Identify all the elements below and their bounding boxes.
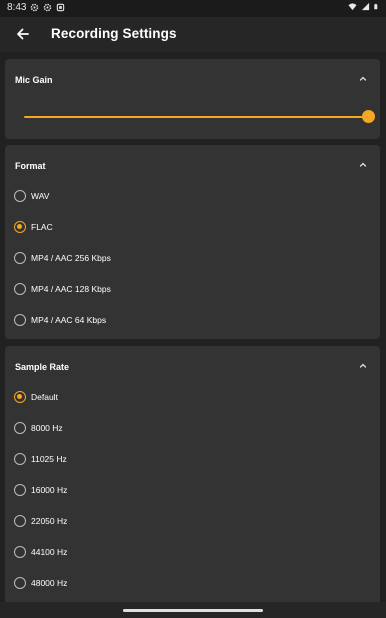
format-title: Format (15, 161, 46, 171)
sample-rate-card: Sample Rate Default 8000 Hz 11025 Hz 160… (5, 346, 380, 608)
radio-button[interactable] (14, 422, 26, 434)
radio-label: MP4 / AAC 256 Kbps (31, 253, 111, 263)
radio-label: 8000 Hz (31, 423, 63, 433)
chevron-up-icon (359, 363, 367, 368)
chevron-up-icon (359, 76, 367, 81)
radio-button[interactable] (14, 484, 26, 496)
sample-rate-option-11025[interactable]: 11025 Hz (5, 446, 380, 472)
radio-label: FLAC (31, 222, 53, 232)
mic-gain-header[interactable]: Mic Gain (5, 59, 380, 99)
page-title: Recording Settings (51, 26, 177, 41)
format-option-wav[interactable]: WAV (5, 183, 380, 209)
recording-settings-screen: 8:43 Recording Settings Mic Gain Format … (0, 0, 386, 618)
slider-track (24, 116, 368, 118)
arrow-back-icon (17, 28, 29, 40)
sample-rate-option-default[interactable]: Default (5, 384, 380, 410)
mic-gain-title: Mic Gain (15, 75, 53, 85)
status-left: 8:43 (7, 2, 65, 13)
radio-label: 48000 Hz (31, 578, 68, 588)
status-time: 8:43 (7, 2, 27, 13)
sample-rate-option-48000[interactable]: 48000 Hz (5, 570, 380, 596)
mic-gain-slider[interactable] (24, 108, 375, 126)
radio-button[interactable] (14, 283, 26, 295)
settings-icon (44, 3, 52, 12)
slider-thumb[interactable] (362, 110, 375, 123)
format-option-aac-128[interactable]: MP4 / AAC 128 Kbps (5, 276, 380, 302)
radio-label: WAV (31, 191, 50, 201)
radio-button[interactable] (14, 190, 26, 202)
radio-label: 44100 Hz (31, 547, 68, 557)
radio-label: 16000 Hz (31, 485, 68, 495)
radio-label: 22050 Hz (31, 516, 68, 526)
radio-label: MP4 / AAC 128 Kbps (31, 284, 111, 294)
status-bar: 8:43 (0, 0, 386, 17)
back-button[interactable] (11, 23, 35, 45)
radio-button[interactable] (14, 577, 26, 589)
notification-icon (57, 3, 65, 12)
sample-rate-title: Sample Rate (15, 362, 70, 372)
battery-icon (374, 3, 378, 10)
navigation-bar (0, 602, 386, 618)
radio-button[interactable] (14, 252, 26, 264)
radio-button[interactable] (14, 546, 26, 558)
format-option-flac[interactable]: FLAC (5, 214, 380, 240)
radio-button[interactable] (14, 314, 26, 326)
radio-button[interactable] (14, 221, 26, 233)
format-header[interactable]: Format (5, 145, 380, 185)
format-option-aac-64[interactable]: MP4 / AAC 64 Kbps (5, 307, 380, 333)
settings-icon (31, 3, 39, 12)
status-right (348, 2, 380, 11)
radio-button[interactable] (14, 515, 26, 527)
sample-rate-option-8000[interactable]: 8000 Hz (5, 415, 380, 441)
radio-label: Default (31, 392, 58, 402)
mic-gain-card: Mic Gain (5, 59, 380, 139)
sample-rate-option-22050[interactable]: 22050 Hz (5, 508, 380, 534)
radio-button[interactable] (14, 453, 26, 465)
radio-button[interactable] (14, 391, 26, 403)
radio-label: MP4 / AAC 64 Kbps (31, 315, 107, 325)
format-card: Format WAV FLAC MP4 / AAC 256 Kbps MP4 /… (5, 145, 380, 339)
sample-rate-header[interactable]: Sample Rate (5, 346, 380, 386)
radio-label: 11025 Hz (31, 454, 67, 464)
sample-rate-option-44100[interactable]: 44100 Hz (5, 539, 380, 565)
app-bar: Recording Settings (0, 17, 386, 52)
format-option-aac-256[interactable]: MP4 / AAC 256 Kbps (5, 245, 380, 271)
wifi-icon (348, 3, 357, 11)
signal-icon (361, 2, 370, 11)
home-indicator[interactable] (123, 609, 263, 612)
sample-rate-option-16000[interactable]: 16000 Hz (5, 477, 380, 503)
chevron-up-icon (359, 162, 367, 167)
